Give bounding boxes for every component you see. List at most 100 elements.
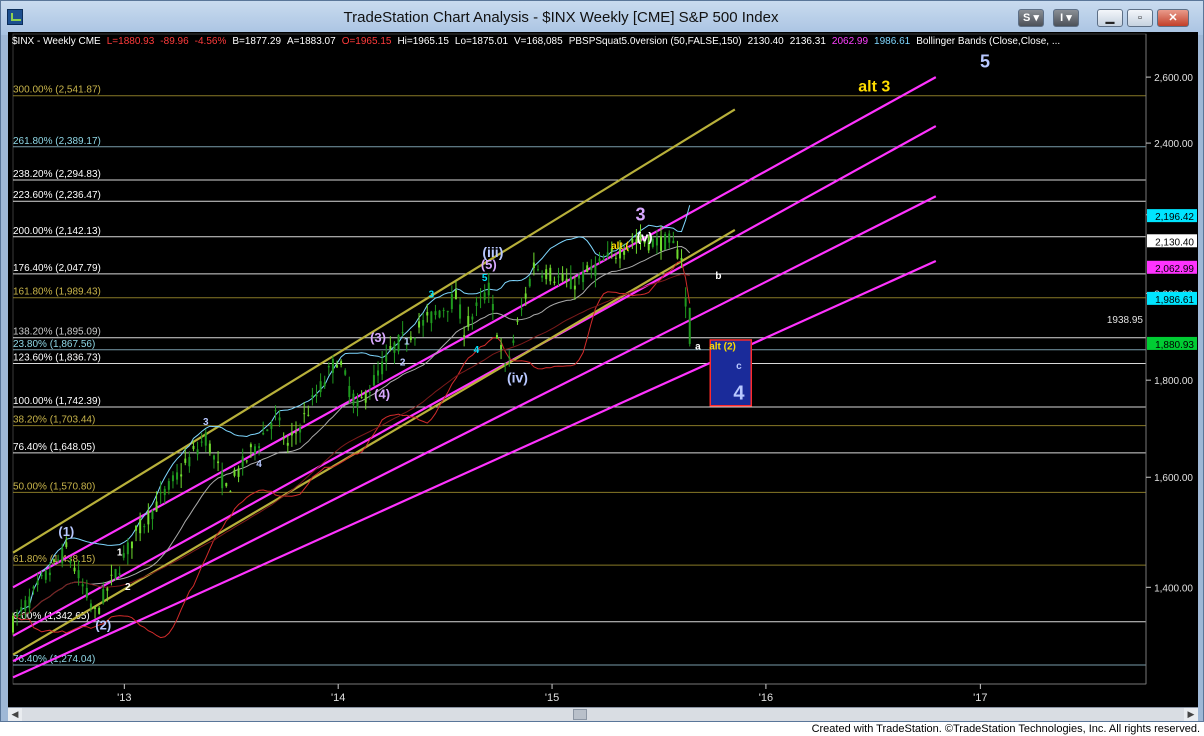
close-button[interactable]: ✕ bbox=[1157, 9, 1189, 27]
price-bar-body-123 bbox=[516, 320, 519, 322]
price-bar-body-93 bbox=[393, 342, 396, 353]
price-bar-body-0 bbox=[12, 615, 14, 633]
maximize-button[interactable]: ▫ bbox=[1127, 9, 1153, 27]
price-bar-body-25 bbox=[114, 568, 117, 578]
time-tick-label-3: '16 bbox=[759, 692, 773, 704]
price-tick-label-1800: 1,800.00 bbox=[1154, 376, 1193, 387]
wave-label-v-18: (v) bbox=[637, 229, 653, 244]
price-bar-body-87 bbox=[368, 392, 371, 394]
symbol-linking-button[interactable]: S ▾ bbox=[1018, 9, 1044, 27]
status-item-0: $INX - Weekly CME bbox=[12, 36, 101, 47]
trend-channel-line-1 bbox=[12, 76, 937, 589]
price-bar-body-101 bbox=[426, 312, 429, 316]
status-item-1: L=1880.93 bbox=[107, 36, 155, 47]
price-bar-body-136 bbox=[569, 276, 572, 289]
fib-label-200-00-2-142-13: 200.00% (2,142.13) bbox=[13, 226, 101, 237]
price-bar-body-44 bbox=[192, 445, 195, 450]
price-bar-body-69 bbox=[295, 432, 297, 434]
price-bar-body-58 bbox=[249, 444, 252, 448]
price-bar-body-83 bbox=[352, 393, 355, 405]
fib-label-38-20-1-703-44: 38.20% (1,703.44) bbox=[13, 415, 95, 426]
status-item-12: 2136.31 bbox=[790, 36, 827, 47]
wave-label-4-11: 4 bbox=[474, 345, 480, 356]
price-bar-body-19 bbox=[89, 603, 92, 608]
price-bar-body-4 bbox=[28, 596, 31, 609]
price-chart[interactable]: 300.00% (2,541.87)261.80% (2,389.17)238.… bbox=[8, 32, 1198, 707]
price-bar-body-147 bbox=[614, 257, 617, 259]
price-bar-body-85 bbox=[360, 397, 363, 399]
minimize-icon: ▁ bbox=[1105, 12, 1115, 24]
price-bar-body-114 bbox=[479, 296, 482, 298]
price-bar-body-106 bbox=[446, 310, 449, 313]
trend-channels-layer bbox=[12, 76, 937, 679]
price-marker-label-1-986-61: 1,986.61 bbox=[1155, 295, 1194, 306]
fib-label-100-00-1-742-39: 100.00% (1,742.39) bbox=[13, 396, 101, 407]
time-tick-label-2: '15 bbox=[545, 692, 559, 704]
fib-label-123-60-1-836-73: 123.60% (1,836.73) bbox=[13, 353, 101, 364]
price-bar-body-16 bbox=[77, 570, 80, 579]
chart-plot-area[interactable]: 300.00% (2,541.87) 261.80% (2,389.17) 238.… bbox=[8, 32, 1198, 707]
minimize-button[interactable]: ▁ bbox=[1097, 9, 1123, 27]
time-axis[interactable]: '13 '14 '15 '16 '17 bbox=[13, 683, 1146, 704]
wave-label-alt-16: alt ( bbox=[611, 241, 629, 252]
price-bar-body-111 bbox=[467, 316, 470, 328]
price-bar-body-20 bbox=[94, 607, 97, 609]
wave-label-1-0: (1) bbox=[58, 524, 74, 539]
price-bar-body-11 bbox=[57, 559, 60, 561]
price-bar-body-22 bbox=[102, 589, 105, 604]
price-bar-body-116 bbox=[487, 282, 490, 296]
price-bar-body-76 bbox=[323, 382, 326, 387]
price-bar-body-29 bbox=[130, 541, 133, 549]
price-bar-body-74 bbox=[315, 394, 318, 397]
price-axis[interactable]: 1,400.001,600.001,800.002,000.002,200.00… bbox=[1107, 34, 1197, 684]
price-bar-body-13 bbox=[65, 542, 68, 547]
scroll-thumb[interactable] bbox=[573, 709, 587, 720]
price-bar-body-158 bbox=[660, 236, 663, 251]
price-bar-body-142 bbox=[594, 264, 597, 276]
price-bar-body-67 bbox=[286, 442, 289, 446]
price-bar-body-144 bbox=[602, 259, 605, 261]
price-bar-body-36 bbox=[159, 492, 162, 494]
price-marker-label-2-130-40: 2,130.40 bbox=[1155, 237, 1194, 248]
wave-label-1-8: 1 bbox=[404, 336, 410, 347]
price-bar-body-124 bbox=[520, 308, 523, 310]
fib-label-176-40-2-047-79: 176.40% (2,047.79) bbox=[13, 263, 101, 274]
price-bar-body-117 bbox=[491, 303, 494, 311]
price-bar-body-75 bbox=[319, 381, 322, 393]
price-bar-body-64 bbox=[274, 410, 277, 412]
price-bar-body-134 bbox=[561, 274, 564, 281]
price-bar-body-24 bbox=[110, 574, 113, 576]
price-bar-body-157 bbox=[655, 237, 658, 246]
extra-price-label-1938-95: 1938.95 bbox=[1107, 315, 1144, 326]
bollinger-middle-line bbox=[12, 245, 691, 617]
scroll-right-arrow-icon[interactable]: ▶ bbox=[1184, 708, 1198, 721]
wave-label-alt-2-21: alt (2) bbox=[709, 342, 736, 353]
price-bar-body-107 bbox=[450, 294, 453, 310]
price-bar-body-55 bbox=[237, 468, 240, 477]
price-bar-body-53 bbox=[229, 491, 232, 493]
wave-label-2-1: (2) bbox=[95, 618, 111, 633]
price-tick-label-2400: 2,400.00 bbox=[1154, 139, 1193, 150]
price-bar-body-133 bbox=[557, 276, 560, 278]
price-bar-body-10 bbox=[53, 559, 56, 562]
price-bar-body-38 bbox=[167, 481, 170, 490]
interval-linking-button[interactable]: I ▾ bbox=[1053, 9, 1079, 27]
scroll-left-arrow-icon[interactable]: ◀ bbox=[8, 708, 22, 721]
price-bar-body-33 bbox=[147, 511, 150, 525]
price-bar-body-68 bbox=[290, 432, 293, 436]
price-bar-body-78 bbox=[331, 359, 334, 373]
wave-label-3-10: 3 bbox=[429, 289, 435, 300]
status-item-14: 1986.61 bbox=[874, 36, 911, 47]
horizontal-scrollbar[interactable]: ◀ ▶ bbox=[8, 707, 1198, 721]
price-bar-body-15 bbox=[73, 567, 76, 572]
price-bar-body-2 bbox=[20, 607, 23, 611]
price-bar-body-34 bbox=[151, 510, 154, 520]
price-bar-body-125 bbox=[524, 293, 527, 299]
price-bar-body-12 bbox=[61, 547, 64, 564]
price-bar-body-18 bbox=[85, 587, 88, 598]
wave-label-iii-14: (iii) bbox=[482, 244, 503, 260]
fib-label-50-00-1-570-80: 50.00% (1,570.80) bbox=[13, 481, 95, 492]
wave-label-5-12: 5 bbox=[482, 273, 488, 284]
price-bar-body-40 bbox=[176, 472, 179, 480]
price-bar-body-70 bbox=[299, 427, 302, 433]
